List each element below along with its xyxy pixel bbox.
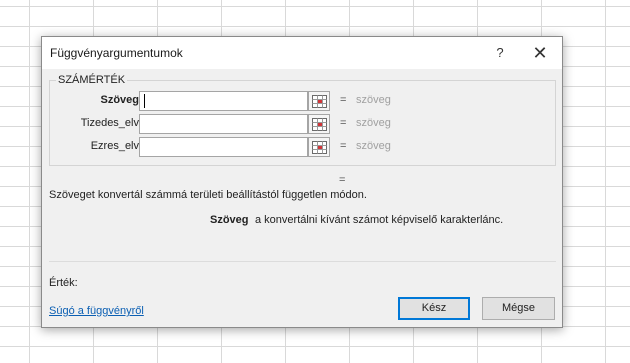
function-arguments-dialog: Függvényargumentumok ? ✕ SZÁMÉRTÉK Szöve… [41,36,563,328]
function-name: SZÁMÉRTÉK [56,74,128,86]
range-select-icon[interactable] [308,114,330,134]
function-group: SZÁMÉRTÉK Szöveg = szöveg Tizedes_elv = … [49,74,557,166]
range-select-icon[interactable] [308,137,330,157]
ezres-elv-input[interactable] [139,137,308,157]
tizedes-elv-input[interactable] [139,114,308,134]
ok-button[interactable]: Kész [398,297,470,320]
parameter-name: Szöveg [210,214,249,226]
equals-sign: = [340,117,347,129]
text-caret [144,94,145,108]
dialog-title: Függvényargumentumok [50,46,183,60]
dialog-titlebar: Függvényargumentumok ? ✕ [42,37,562,69]
argument-result: szöveg [356,94,391,106]
divider [49,261,556,262]
argument-row-tizedes-elv: Tizedes_elv = szöveg [50,114,557,134]
close-icon[interactable]: ✕ [526,41,554,65]
function-description: Szöveget konvertál számmá területi beáll… [49,189,367,201]
argument-label: Szöveg [100,94,139,106]
argument-label: Tizedes_elv [80,117,139,129]
szoveg-input[interactable] [139,91,308,111]
function-help-link[interactable]: Súgó a függvényről [49,305,144,317]
argument-row-ezres-elv: Ezres_elv = szöveg [50,137,557,157]
formula-result-equals: = [339,174,346,186]
argument-result: szöveg [356,140,391,152]
equals-sign: = [340,140,347,152]
argument-label: Ezres_elv [90,140,139,152]
value-label: Érték: [49,277,78,289]
argument-result: szöveg [356,117,391,129]
cancel-button[interactable]: Mégse [482,297,555,320]
equals-sign: = [340,94,347,106]
range-select-icon[interactable] [308,91,330,111]
help-icon[interactable]: ? [488,41,512,65]
parameter-description: a konvertálni kívánt számot képviselő ka… [255,214,504,226]
argument-row-szoveg: Szöveg = szöveg [50,91,557,111]
